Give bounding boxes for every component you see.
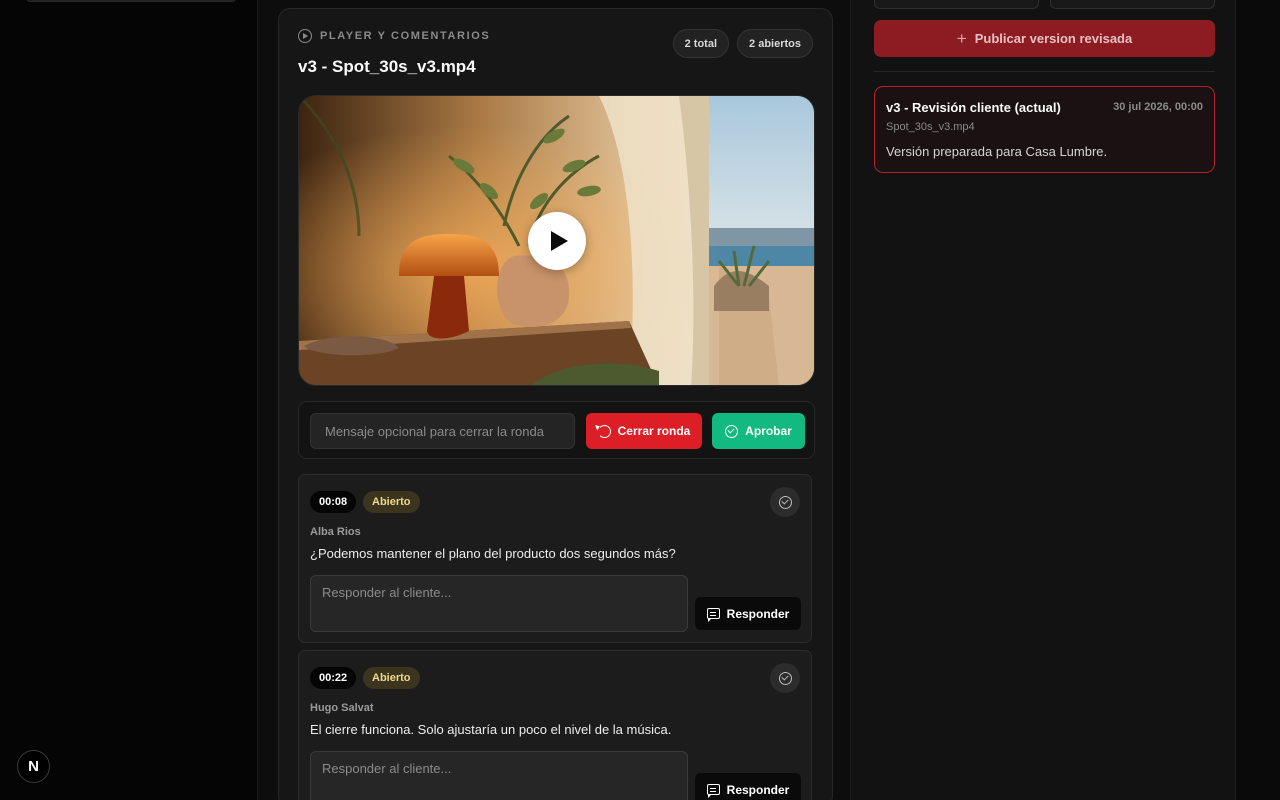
version-description: Versión preparada para Casa Lumbre. [886, 144, 1108, 159]
comment-timestamp[interactable]: 00:22 [310, 667, 357, 689]
comment-text: ¿Podemos mantener el plano del producto … [310, 546, 676, 561]
player-panel: PLAYER Y COMENTARIOS v3 - Spot_30s_v3.mp… [278, 8, 833, 800]
resolve-comment-button[interactable] [770, 663, 800, 693]
version-card-current[interactable]: v3 - Revisión cliente (actual) 30 jul 20… [874, 86, 1215, 173]
pill-total: 2 total [672, 29, 730, 58]
comment-card: 00:22 Abierto Hugo Salvat El cierre func… [298, 650, 812, 800]
version-file: Spot_30s_v3.mp4 [886, 121, 975, 133]
toolbar-button-right[interactable] [1050, 0, 1215, 9]
close-round-label: Cerrar ronda [617, 424, 691, 438]
play-circle-icon [298, 29, 312, 43]
reply-input[interactable] [310, 575, 688, 632]
reset-icon [597, 424, 611, 438]
check-circle-icon [778, 495, 792, 509]
file-title: v3 - Spot_30s_v3.mp4 [298, 57, 476, 76]
versions-panel: + Publicar version revisada v3 - Revisió… [850, 0, 1236, 800]
pill-open: 2 abiertos [737, 29, 813, 58]
section-label-text: PLAYER Y COMENTARIOS [320, 30, 491, 42]
close-round-button[interactable]: Cerrar ronda [586, 413, 702, 449]
publish-label: Publicar version revisada [974, 31, 1133, 46]
check-circle-icon [778, 671, 792, 685]
comment-author: Hugo Salvat [310, 702, 374, 714]
page-margin [1236, 0, 1280, 800]
reply-label: Responder [726, 606, 790, 621]
approve-button[interactable]: Aprobar [712, 413, 805, 449]
comment-timestamp[interactable]: 00:08 [310, 491, 357, 513]
publish-revised-version-button[interactable]: + Publicar version revisada [874, 20, 1215, 57]
comment-author: Alba Rios [310, 526, 361, 538]
plus-icon: + [956, 29, 967, 48]
play-button[interactable] [528, 212, 586, 270]
chat-icon [706, 784, 720, 798]
status-badge: Abierto [363, 491, 420, 513]
main-content: PLAYER Y COMENTARIOS v3 - Spot_30s_v3.mp… [258, 0, 850, 800]
sidebar-top-element[interactable] [26, 0, 236, 2]
player-header: PLAYER Y COMENTARIOS v3 - Spot_30s_v3.mp… [298, 29, 813, 77]
round-actions: Cerrar ronda Aprobar [298, 401, 815, 459]
chat-icon [706, 608, 720, 622]
version-date: 30 jul 2026, 00:00 [1113, 101, 1203, 113]
framework-badge[interactable]: N [17, 750, 50, 783]
version-title: v3 - Revisión cliente (actual) [886, 100, 1061, 115]
left-sidebar [0, 0, 258, 800]
approve-label: Aprobar [745, 424, 792, 438]
comment-card: 00:08 Abierto Alba Rios ¿Podemos mantene… [298, 474, 812, 643]
comment-text: El cierre funciona. Solo ajustaría un po… [310, 722, 672, 737]
close-round-message-input[interactable] [310, 413, 575, 449]
play-icon [551, 231, 568, 251]
reply-input[interactable] [310, 751, 688, 800]
reply-button[interactable]: Responder [695, 773, 801, 800]
status-badge: Abierto [363, 667, 420, 689]
resolve-comment-button[interactable] [770, 487, 800, 517]
reply-label: Responder [726, 782, 790, 797]
toolbar-button-left[interactable] [874, 0, 1039, 9]
video-player[interactable] [298, 95, 815, 386]
divider [874, 71, 1215, 72]
check-circle-icon [725, 424, 739, 438]
comment-count-pills: 2 total 2 abiertos [672, 29, 813, 58]
reply-button[interactable]: Responder [695, 597, 801, 630]
